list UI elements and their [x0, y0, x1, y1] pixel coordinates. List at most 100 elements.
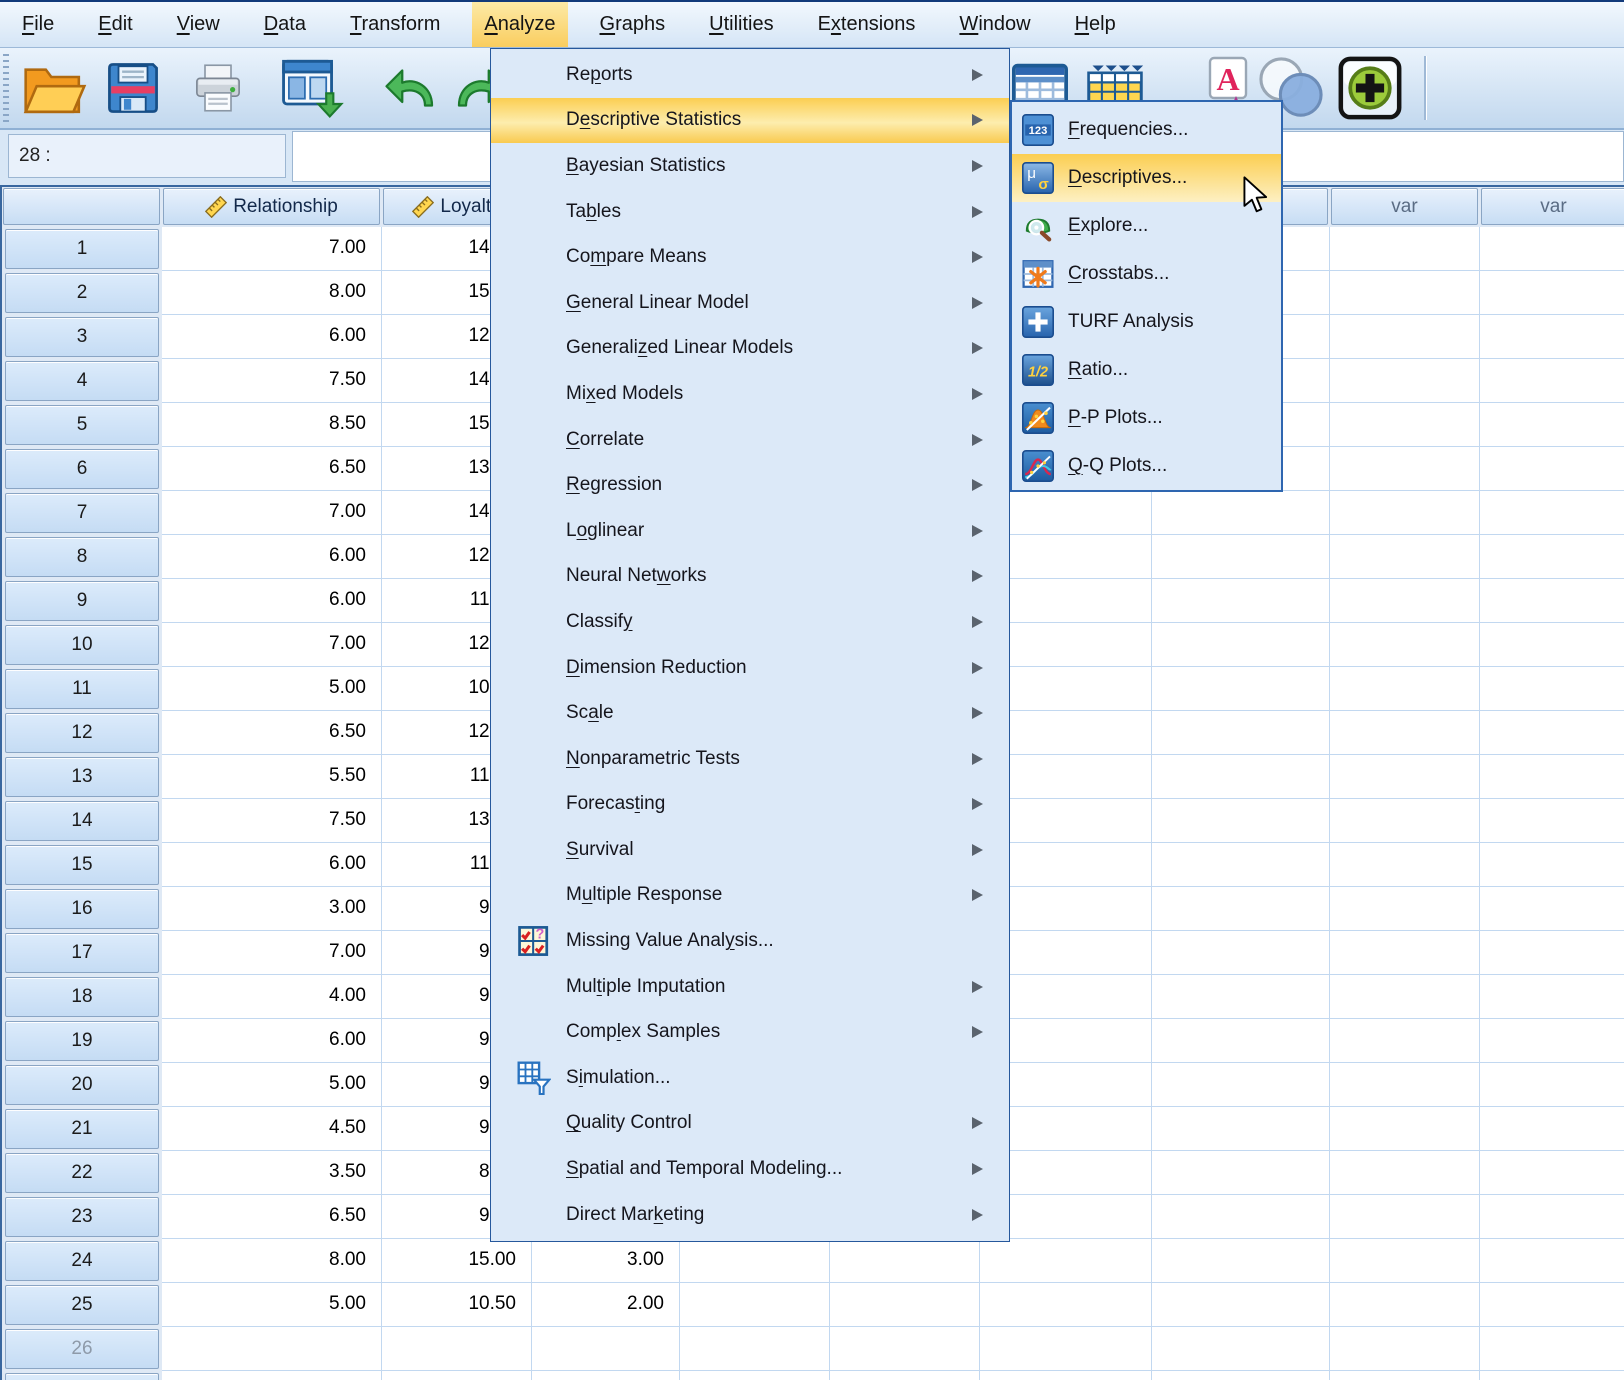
row-header-21[interactable]: 21 [5, 1109, 159, 1149]
cell-r25-c4[interactable] [680, 1283, 830, 1327]
cell-r24-c9[interactable] [1480, 1239, 1624, 1283]
menu-item-descriptive-statistics[interactable]: Descriptive Statistics [491, 98, 1009, 144]
cell-r24-c7[interactable] [1152, 1239, 1330, 1283]
row-header-25[interactable]: 25 [5, 1285, 159, 1325]
submenu-item-frequencies[interactable]: 123Frequencies... [1012, 106, 1281, 154]
cell-r19-c1[interactable]: 6.00 [162, 1019, 382, 1063]
open-folder-button[interactable] [22, 56, 88, 120]
cell-r6-c9[interactable] [1480, 447, 1624, 491]
cell-r16-c9[interactable] [1480, 887, 1624, 931]
cell-r27-c7[interactable] [1152, 1371, 1330, 1380]
row-header-14[interactable]: 14 [5, 801, 159, 841]
row-header-16[interactable]: 16 [5, 889, 159, 929]
row-header-5[interactable]: 5 [5, 405, 159, 445]
cell-r25-c6[interactable] [980, 1283, 1152, 1327]
cell-r11-c7[interactable] [1152, 667, 1330, 711]
submenu-item-p-p-plots[interactable]: P-P Plots... [1012, 394, 1281, 442]
cell-r7-c1[interactable]: 7.00 [162, 491, 382, 535]
cell-r25-c1[interactable]: 5.00 [162, 1283, 382, 1327]
cell-r21-c9[interactable] [1480, 1107, 1624, 1151]
menubar-item-analyze[interactable]: Analyze [472, 2, 567, 47]
submenu-item-turf-analysis[interactable]: TURF Analysis [1012, 298, 1281, 346]
cell-r27-c6[interactable] [980, 1371, 1152, 1380]
row-header-8[interactable]: 8 [5, 537, 159, 577]
menubar-item-data[interactable]: Data [252, 2, 318, 47]
row-header-6[interactable]: 6 [5, 449, 159, 489]
menu-item-neural-networks[interactable]: Neural Networks [491, 554, 1009, 600]
cell-r27-c3[interactable] [532, 1371, 680, 1380]
cell-r23-c8[interactable] [1330, 1195, 1480, 1239]
menubar-item-edit[interactable]: Edit [86, 2, 144, 47]
cell-r7-c9[interactable] [1480, 491, 1624, 535]
cell-r27-c1[interactable] [162, 1371, 382, 1380]
menu-item-tables[interactable]: Tables [491, 189, 1009, 235]
cell-r18-c9[interactable] [1480, 975, 1624, 1019]
menu-item-missing-value-analysis[interactable]: ?Missing Value Analysis... [491, 918, 1009, 964]
column-header-blank[interactable] [3, 188, 160, 225]
toolbar-drag-handle[interactable] [3, 54, 9, 124]
column-header-relationship[interactable]: Relationship [163, 188, 380, 225]
print-button[interactable] [192, 56, 244, 120]
row-header-24[interactable]: 24 [5, 1241, 159, 1281]
cell-r26-c9[interactable] [1480, 1327, 1624, 1371]
cell-r17-c9[interactable] [1480, 931, 1624, 975]
cell-r26-c8[interactable] [1330, 1327, 1480, 1371]
cell-r10-c8[interactable] [1330, 623, 1480, 667]
cell-r27-c9[interactable] [1480, 1371, 1624, 1380]
cell-r18-c7[interactable] [1152, 975, 1330, 1019]
cell-r12-c1[interactable]: 6.50 [162, 711, 382, 755]
cell-r13-c7[interactable] [1152, 755, 1330, 799]
cell-r18-c1[interactable]: 4.00 [162, 975, 382, 1019]
cell-r27-c4[interactable] [680, 1371, 830, 1380]
row-header-26[interactable]: 26 [5, 1329, 159, 1369]
cell-r26-c4[interactable] [680, 1327, 830, 1371]
cell-r7-c8[interactable] [1330, 491, 1480, 535]
cell-r21-c1[interactable]: 4.50 [162, 1107, 382, 1151]
cell-r15-c8[interactable] [1330, 843, 1480, 887]
menu-item-multiple-response[interactable]: Multiple Response [491, 873, 1009, 919]
cell-r14-c8[interactable] [1330, 799, 1480, 843]
row-header-15[interactable]: 15 [5, 845, 159, 885]
menu-item-loglinear[interactable]: Loglinear [491, 508, 1009, 554]
menu-item-mixed-models[interactable]: Mixed Models [491, 371, 1009, 417]
cell-r21-c8[interactable] [1330, 1107, 1480, 1151]
cell-r6-c1[interactable]: 6.50 [162, 447, 382, 491]
cell-r4-c1[interactable]: 7.50 [162, 359, 382, 403]
row-header-2[interactable]: 2 [5, 273, 159, 313]
menu-item-bayesian-statistics[interactable]: Bayesian Statistics [491, 143, 1009, 189]
cell-r23-c1[interactable]: 6.50 [162, 1195, 382, 1239]
cell-r26-c2[interactable] [382, 1327, 532, 1371]
row-header-18[interactable]: 18 [5, 977, 159, 1017]
cell-r16-c7[interactable] [1152, 887, 1330, 931]
submenu-item-ratio[interactable]: 1/2Ratio... [1012, 346, 1281, 394]
cell-r3-c1[interactable]: 6.00 [162, 315, 382, 359]
cell-r22-c1[interactable]: 3.50 [162, 1151, 382, 1195]
cell-r26-c6[interactable] [980, 1327, 1152, 1371]
cell-r20-c7[interactable] [1152, 1063, 1330, 1107]
menu-item-classify[interactable]: Classify [491, 599, 1009, 645]
menu-item-quality-control[interactable]: Quality Control [491, 1101, 1009, 1147]
cell-r26-c3[interactable] [532, 1327, 680, 1371]
cell-r9-c9[interactable] [1480, 579, 1624, 623]
cell-r23-c9[interactable] [1480, 1195, 1624, 1239]
cell-r1-c1[interactable]: 7.00 [162, 227, 382, 271]
row-header-4[interactable]: 4 [5, 361, 159, 401]
cell-r15-c7[interactable] [1152, 843, 1330, 887]
cell-r9-c7[interactable] [1152, 579, 1330, 623]
cell-r26-c5[interactable] [830, 1327, 980, 1371]
cell-r11-c8[interactable] [1330, 667, 1480, 711]
cell-r10-c7[interactable] [1152, 623, 1330, 667]
cell-r17-c1[interactable]: 7.00 [162, 931, 382, 975]
cell-r13-c8[interactable] [1330, 755, 1480, 799]
row-header-22[interactable]: 22 [5, 1153, 159, 1193]
cell-r22-c7[interactable] [1152, 1151, 1330, 1195]
cell-r8-c7[interactable] [1152, 535, 1330, 579]
menu-item-reports[interactable]: Reports [491, 52, 1009, 98]
cell-r27-c5[interactable] [830, 1371, 980, 1380]
cell-r2-c1[interactable]: 8.00 [162, 271, 382, 315]
menu-item-scale[interactable]: Scale [491, 690, 1009, 736]
submenu-item-crosstabs[interactable]: Crosstabs... [1012, 250, 1281, 298]
cell-r14-c7[interactable] [1152, 799, 1330, 843]
menubar-item-graphs[interactable]: Graphs [588, 2, 678, 47]
menu-item-direct-marketing[interactable]: Direct Marketing [491, 1192, 1009, 1238]
